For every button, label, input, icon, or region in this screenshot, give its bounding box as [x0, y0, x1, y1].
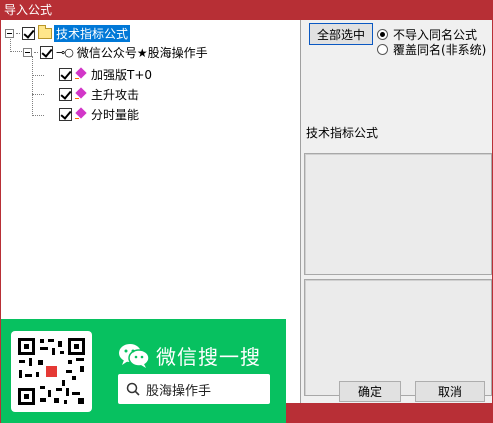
tree-node-root[interactable]: 技术指标公式 — [5, 24, 131, 42]
wechat-search-heading: 微信搜一搜 — [118, 341, 261, 370]
group-label[interactable]: 微信公众号★股海操作手 — [77, 44, 208, 61]
tree-item[interactable]: 主升攻击 — [59, 85, 139, 103]
info-box-upper — [304, 153, 492, 275]
radio-button[interactable] — [377, 44, 388, 55]
section-label: 技术指标公式 — [306, 126, 379, 140]
qr-code — [11, 331, 92, 412]
collapse-icon[interactable] — [23, 47, 32, 57]
window-title: 导入公式 — [0, 0, 493, 20]
collapse-icon[interactable] — [5, 28, 14, 38]
folder-icon — [38, 24, 52, 39]
radio-overwrite[interactable]: 覆盖同名(非系统) — [377, 41, 486, 58]
root-label[interactable]: 技术指标公式 — [54, 24, 131, 42]
formula-icon — [75, 87, 87, 100]
item-checkbox[interactable] — [59, 67, 72, 81]
tree-connector — [16, 32, 20, 34]
dialog-client: 技术指标公式 ⊸○ 微信公众号★股海操作手 加强版T+0 主升攻击 分时量能 全… — [1, 20, 492, 423]
tree-connector — [32, 115, 44, 116]
promo-search-box[interactable]: 股海操作手 — [118, 374, 270, 404]
promo-title: 微信搜一搜 — [156, 345, 261, 369]
radio-button[interactable] — [377, 29, 388, 40]
import-formula-window: 导入公式 技术指标公式 ⊸○ 微信公众号★股海操作手 加强版T+0 主升攻击 分… — [0, 0, 493, 423]
wechat-icon — [119, 343, 150, 368]
item-label[interactable]: 加强版T+0 — [91, 66, 152, 83]
tree-item[interactable]: 分时量能 — [59, 105, 139, 123]
tree-connector — [32, 75, 44, 76]
promo-search-text: 股海操作手 — [146, 383, 212, 399]
item-label[interactable]: 主升攻击 — [91, 86, 139, 103]
root-checkbox[interactable] — [22, 26, 35, 40]
tree-connector — [32, 56, 33, 116]
wechat-promo-banner: 微信搜一搜 股海操作手 — [1, 319, 286, 423]
tree-connector — [34, 51, 38, 53]
cancel-button[interactable]: 取消 — [415, 381, 485, 402]
key-icon: ⊸○ — [56, 45, 74, 59]
tree-connector — [32, 94, 44, 95]
item-checkbox[interactable] — [59, 87, 72, 101]
group-checkbox[interactable] — [40, 45, 53, 59]
formula-icon — [75, 67, 87, 80]
formula-icon — [75, 107, 87, 120]
item-label[interactable]: 分时量能 — [91, 106, 139, 123]
select-all-button[interactable]: 全部选中 — [309, 23, 373, 45]
search-icon — [126, 382, 140, 396]
radio-label: 覆盖同名(非系统) — [393, 43, 487, 57]
tree-item[interactable]: 加强版T+0 — [59, 65, 152, 83]
tree-node-group[interactable]: ⊸○ 微信公众号★股海操作手 — [23, 43, 208, 61]
item-checkbox[interactable] — [59, 107, 72, 121]
info-box-lower — [304, 279, 492, 396]
ok-button[interactable]: 确定 — [339, 381, 401, 402]
